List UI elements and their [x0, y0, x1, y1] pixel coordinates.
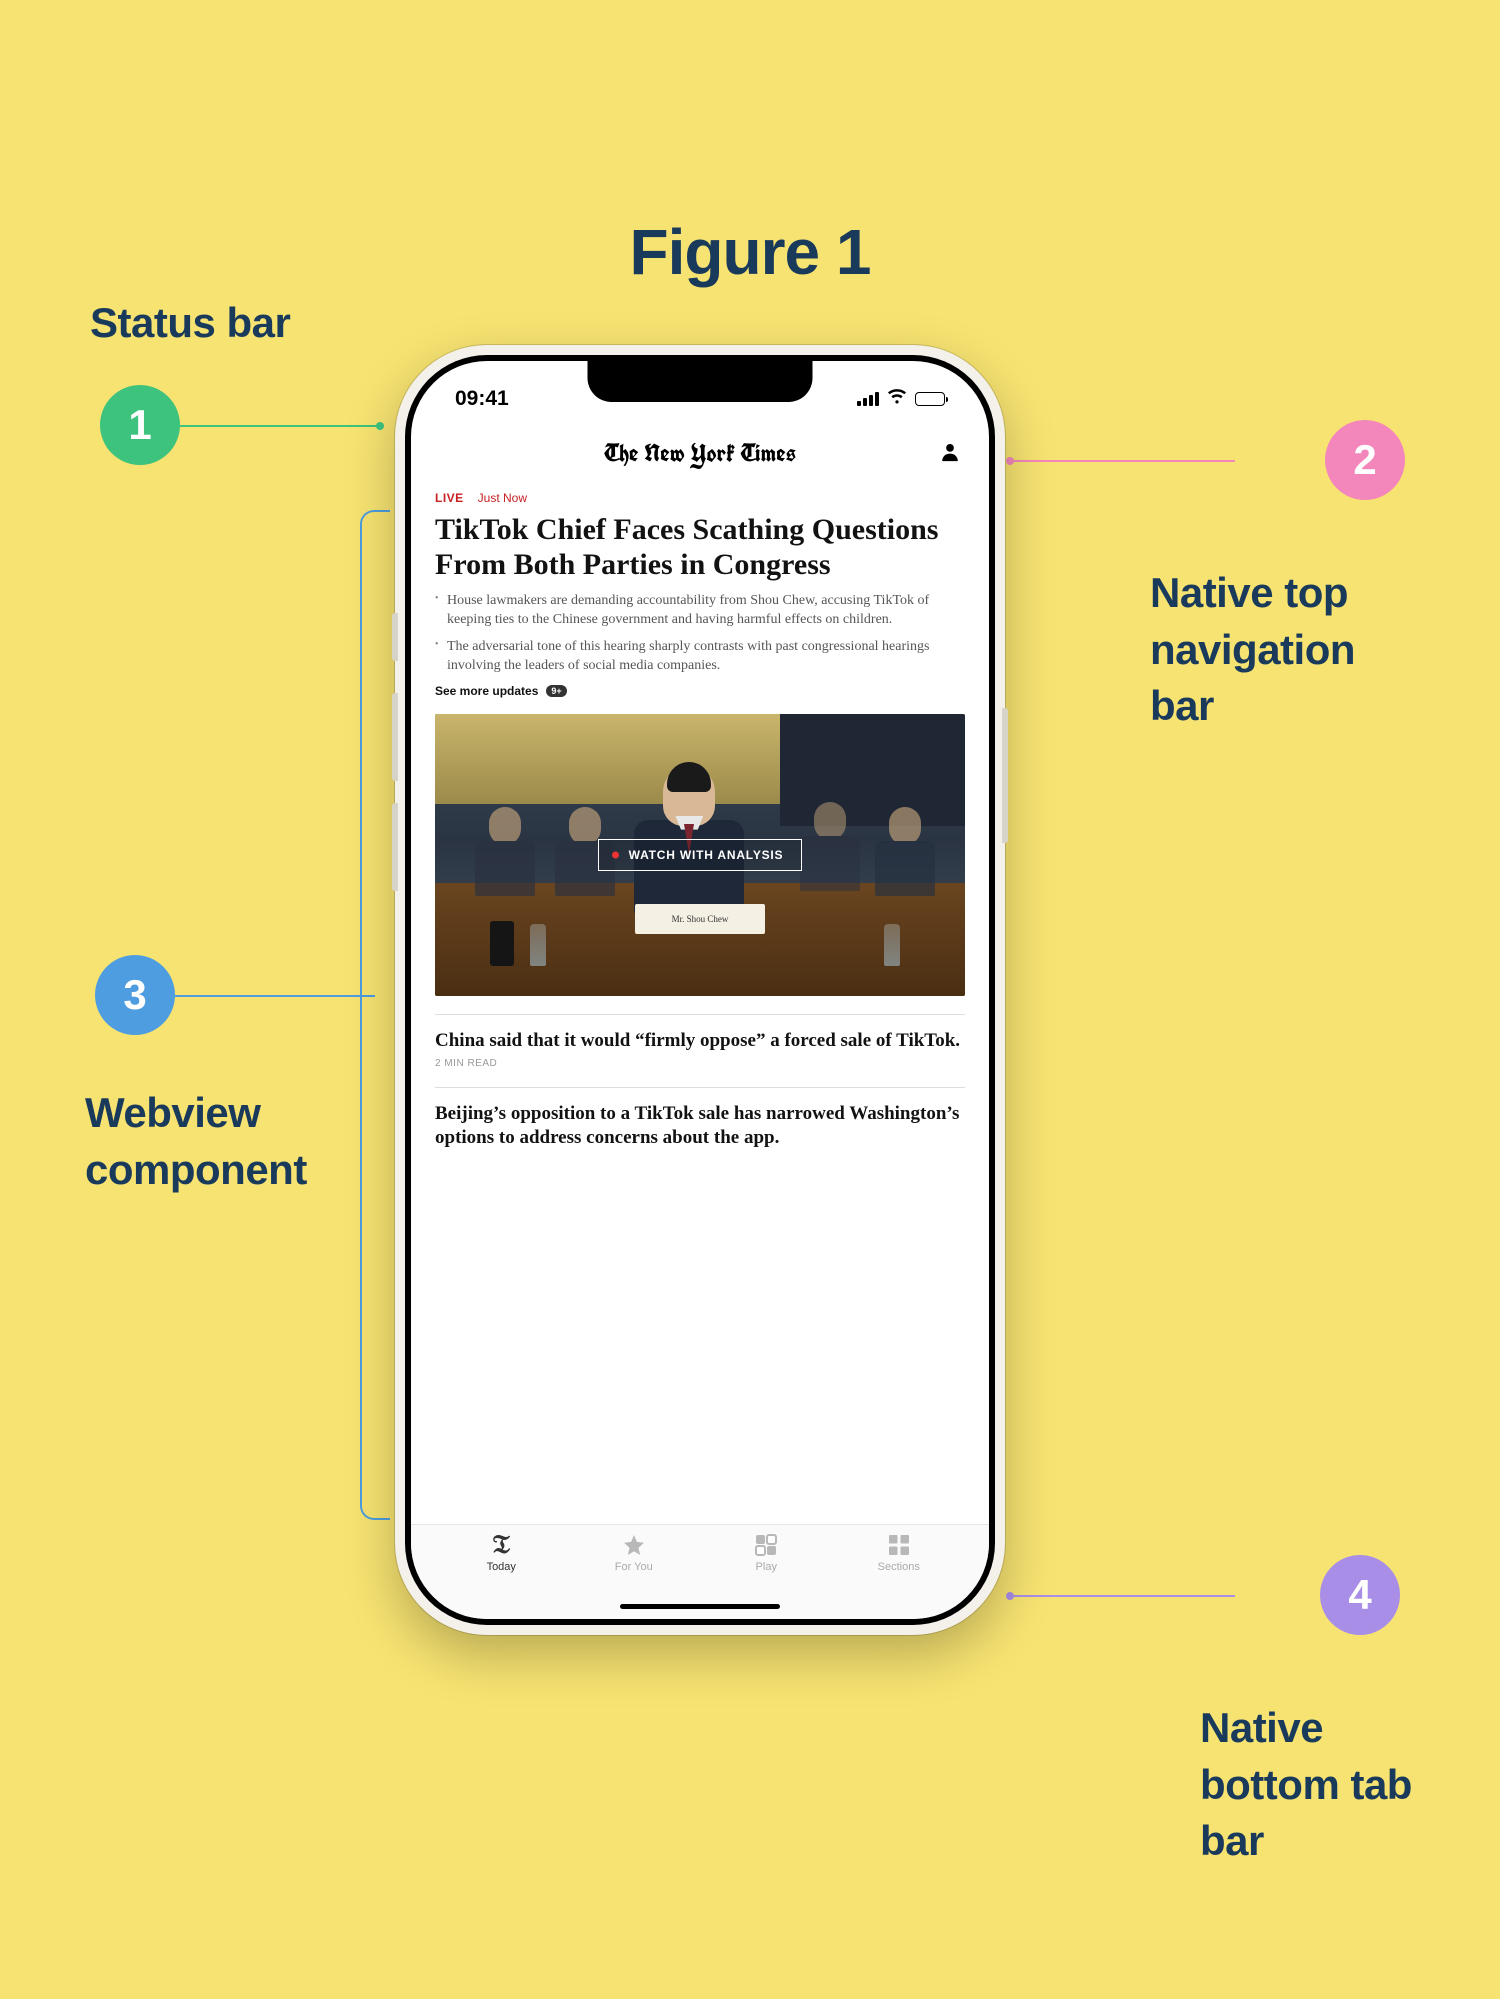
home-indicator[interactable] — [620, 1604, 780, 1609]
tab-sections[interactable]: Sections — [859, 1531, 939, 1597]
annotation-label-tab-bar: Native bottom tab bar — [1200, 1700, 1420, 1870]
main-headline[interactable]: TikTok Chief Faces Scathing Questions Fr… — [435, 513, 965, 582]
live-timestamp: Just Now — [478, 491, 527, 505]
sections-grid-icon — [885, 1531, 913, 1559]
cellular-signal-icon — [857, 392, 879, 406]
summary-bullet: The adversarial tone of this hearing sha… — [435, 638, 965, 676]
phone-volume-up — [392, 693, 398, 781]
profile-icon[interactable] — [939, 441, 961, 468]
story-item[interactable]: China said that it would “firmly oppose”… — [435, 1029, 965, 1070]
tab-label: Sections — [878, 1561, 920, 1573]
story-item[interactable]: Beijing’s opposition to a TikTok sale ha… — [435, 1102, 965, 1150]
connector-line-4 — [1010, 1595, 1235, 1597]
annotation-label-status-bar: Status bar — [90, 295, 290, 352]
play-grid-icon — [752, 1531, 780, 1559]
read-time-label: 2 MIN READ — [435, 1058, 965, 1069]
watch-with-analysis-button[interactable]: WATCH WITH ANALYSIS — [598, 839, 803, 871]
tab-label: Today — [487, 1561, 516, 1573]
nyt-t-icon: 𝔗 — [487, 1531, 515, 1559]
phone-silence-switch — [392, 613, 398, 661]
battery-icon — [915, 392, 945, 406]
video-nameplate: Mr. Shou Chew — [635, 904, 765, 934]
tab-for-you[interactable]: For You — [594, 1531, 674, 1597]
phone-notch — [588, 361, 813, 402]
annotation-badge-2: 2 — [1325, 420, 1405, 500]
updates-count-badge: 9+ — [546, 685, 566, 697]
webview-content[interactable]: LIVE Just Now TikTok Chief Faces Scathin… — [411, 483, 989, 1524]
annotation-badge-4: 4 — [1320, 1555, 1400, 1635]
phone-mockup: 09:41 The New York Times — [395, 345, 1005, 1635]
app-title-logo[interactable]: The New York Times — [604, 437, 796, 469]
connector-line-1 — [180, 425, 380, 427]
story-headline: China said that it would “firmly oppose”… — [435, 1029, 965, 1053]
tab-play[interactable]: Play — [726, 1531, 806, 1597]
tab-today[interactable]: 𝔗 Today — [461, 1531, 541, 1597]
phone-power-button — [1002, 708, 1008, 843]
wifi-icon — [887, 387, 907, 411]
phone-volume-down — [392, 803, 398, 891]
divider — [435, 1087, 965, 1088]
connector-line-3 — [175, 995, 375, 997]
see-more-updates-link[interactable]: See more updates 9+ — [435, 684, 965, 698]
status-time: 09:41 — [455, 387, 509, 411]
summary-bullet: House lawmakers are demanding accountabi… — [435, 592, 965, 630]
star-icon — [620, 1531, 648, 1559]
connector-line-2 — [1010, 460, 1235, 462]
divider — [435, 1014, 965, 1015]
webview-bracket — [360, 510, 390, 1520]
tab-label: Play — [756, 1561, 777, 1573]
summary-bullets: House lawmakers are demanding accountabi… — [435, 592, 965, 676]
story-headline: Beijing’s opposition to a TikTok sale ha… — [435, 1102, 965, 1150]
bottom-tab-bar: 𝔗 Today For You Play — [411, 1524, 989, 1619]
annotation-label-webview: Webview component — [85, 1085, 385, 1198]
phone-screen: 09:41 The New York Times — [411, 361, 989, 1619]
annotation-label-top-nav: Native top navigation bar — [1150, 565, 1430, 735]
live-badge: LIVE — [435, 491, 464, 505]
tab-label: For You — [615, 1561, 653, 1573]
live-indicator-row: LIVE Just Now — [435, 491, 965, 505]
annotation-badge-1: 1 — [100, 385, 180, 465]
top-navigation-bar: The New York Times — [411, 423, 989, 483]
figure-title: Figure 1 — [630, 215, 871, 289]
annotation-badge-3: 3 — [95, 955, 175, 1035]
video-thumbnail[interactable]: Mr. Shou Chew WATCH WITH ANALYSIS — [435, 714, 965, 996]
see-more-label: See more updates — [435, 684, 538, 698]
